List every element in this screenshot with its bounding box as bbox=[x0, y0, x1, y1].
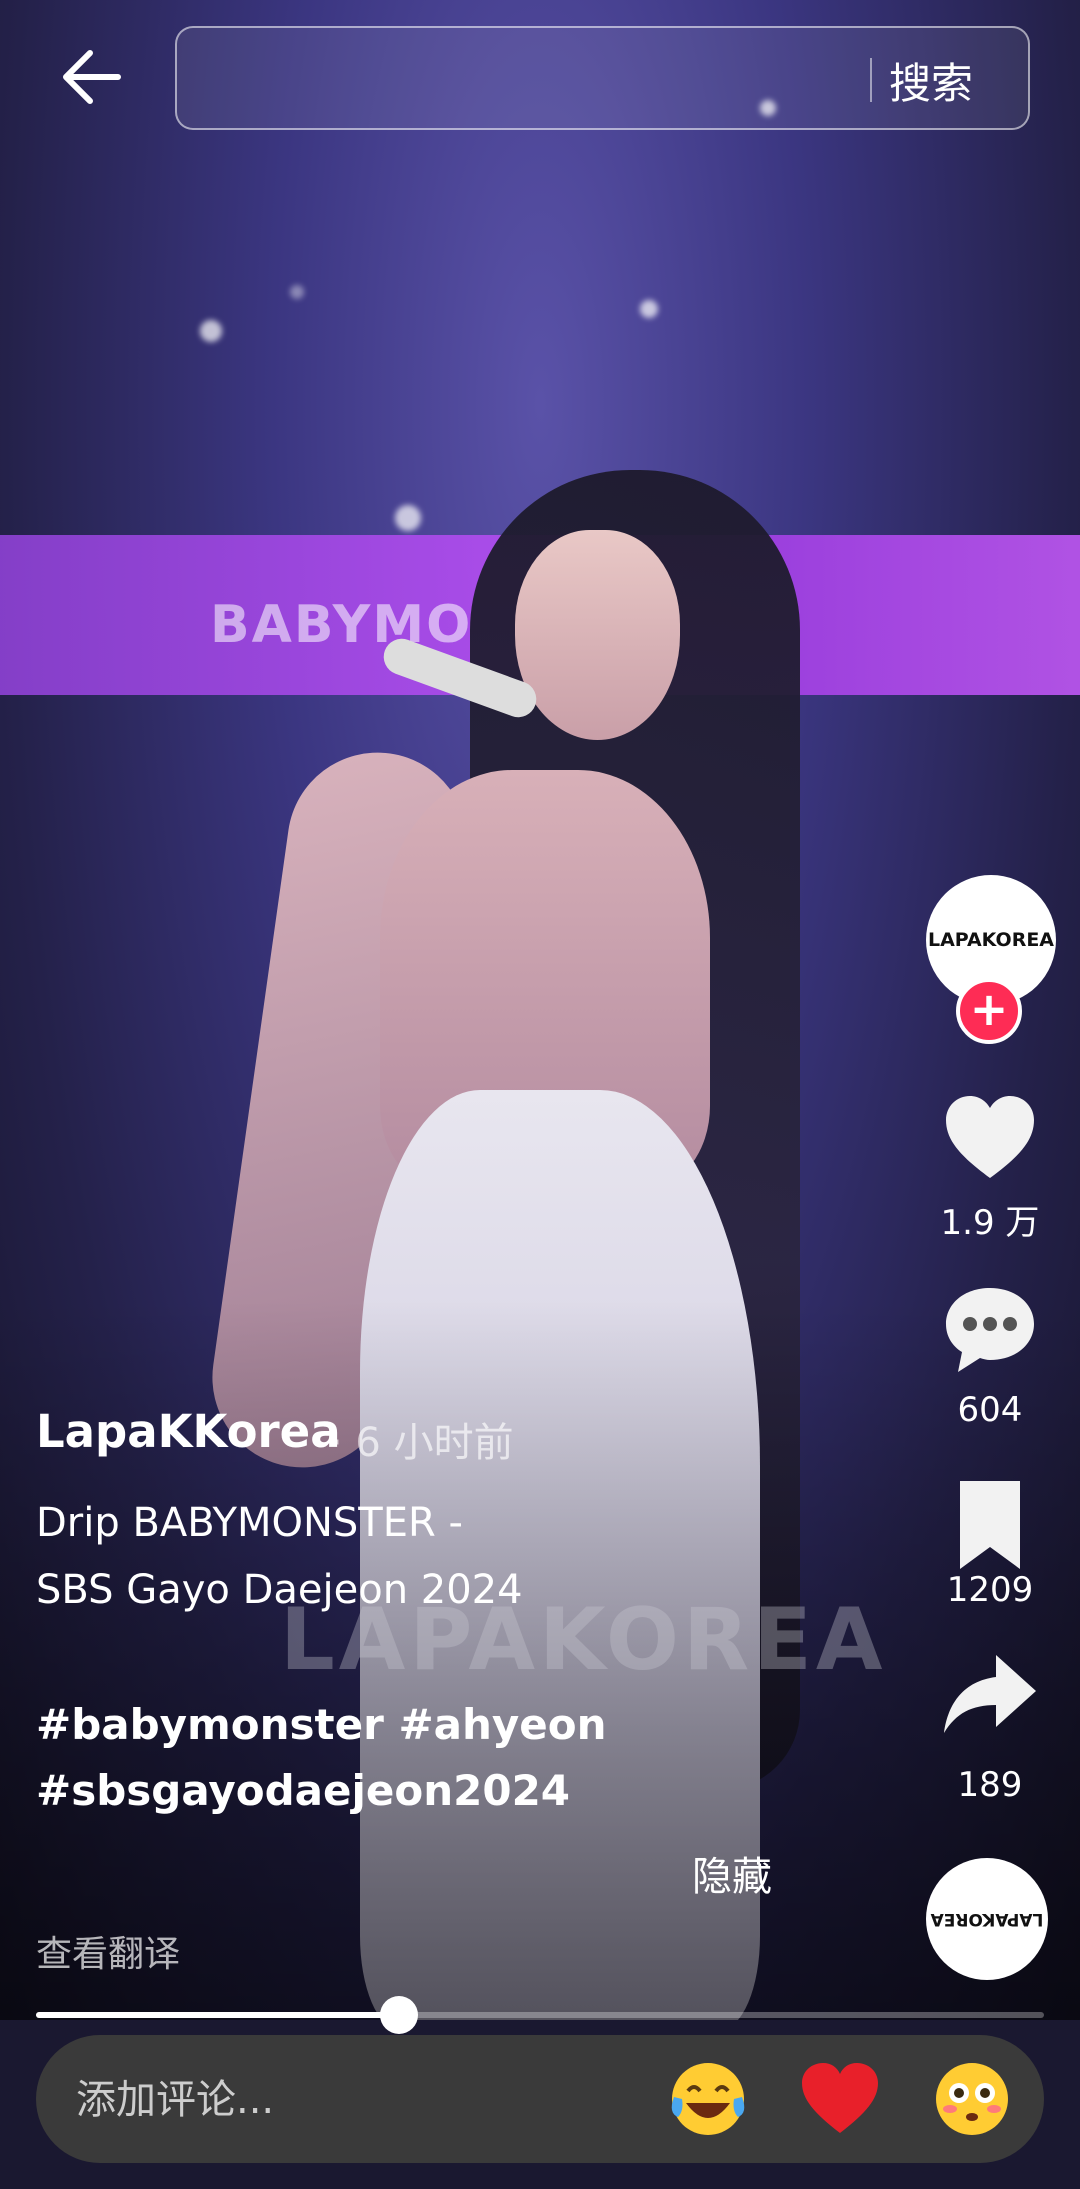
caption-line: SBS Gayo Daejeon 2024 bbox=[36, 1567, 523, 1613]
comment-input[interactable] bbox=[74, 2069, 638, 2131]
stage-light bbox=[640, 300, 658, 318]
bookmark-icon[interactable] bbox=[940, 1475, 1040, 1575]
comment-count: 604 bbox=[957, 1390, 1023, 1430]
search-divider bbox=[870, 58, 872, 102]
stage-light bbox=[200, 320, 222, 342]
search-input[interactable] bbox=[207, 48, 861, 110]
heart-icon[interactable] bbox=[940, 1090, 1040, 1190]
see-translation-link[interactable]: 查看翻译 bbox=[36, 1925, 180, 1977]
like-count: 1.9 万 bbox=[940, 1203, 1040, 1243]
progress-fill bbox=[36, 2012, 399, 2018]
post-time: · 6 小时前 bbox=[330, 1420, 514, 1466]
comment-bar bbox=[36, 2035, 1044, 2163]
search-button[interactable]: 搜索 bbox=[889, 50, 973, 111]
stage-light bbox=[290, 285, 304, 299]
music-disc[interactable]: LAPAKOREA bbox=[926, 1858, 1048, 1980]
hashtag-line[interactable]: #sbsgayodaejeon2024 bbox=[36, 1758, 676, 1824]
progress-thumb[interactable] bbox=[379, 1996, 418, 2034]
back-arrow-icon[interactable] bbox=[60, 45, 124, 109]
music-disc-logo-text: LAPAKOREA bbox=[930, 1909, 1044, 1929]
hashtag-line[interactable]: #babymonster #ahyeon bbox=[36, 1692, 676, 1758]
author-name[interactable]: LapaKKorea bbox=[36, 1405, 341, 1458]
search-bar: 搜索 bbox=[175, 26, 1030, 130]
video-progress-bar[interactable] bbox=[36, 1996, 1044, 2034]
flushed-face-emoji-icon[interactable] bbox=[930, 2057, 1014, 2141]
avatar-logo-text: LAPAKOREA bbox=[927, 929, 1055, 951]
follow-plus-button[interactable]: + bbox=[956, 978, 1022, 1044]
laughing-tears-emoji-icon[interactable] bbox=[666, 2057, 750, 2141]
caption-line: Drip BABYMONSTER - bbox=[36, 1500, 463, 1546]
comment-icon[interactable] bbox=[940, 1280, 1040, 1380]
red-heart-emoji-icon[interactable] bbox=[798, 2057, 882, 2141]
hide-caption-button[interactable]: 隐藏 bbox=[692, 1844, 772, 1902]
share-arrow-icon[interactable] bbox=[940, 1645, 1040, 1745]
save-count: 1209 bbox=[946, 1570, 1034, 1610]
share-count: 189 bbox=[957, 1765, 1023, 1805]
